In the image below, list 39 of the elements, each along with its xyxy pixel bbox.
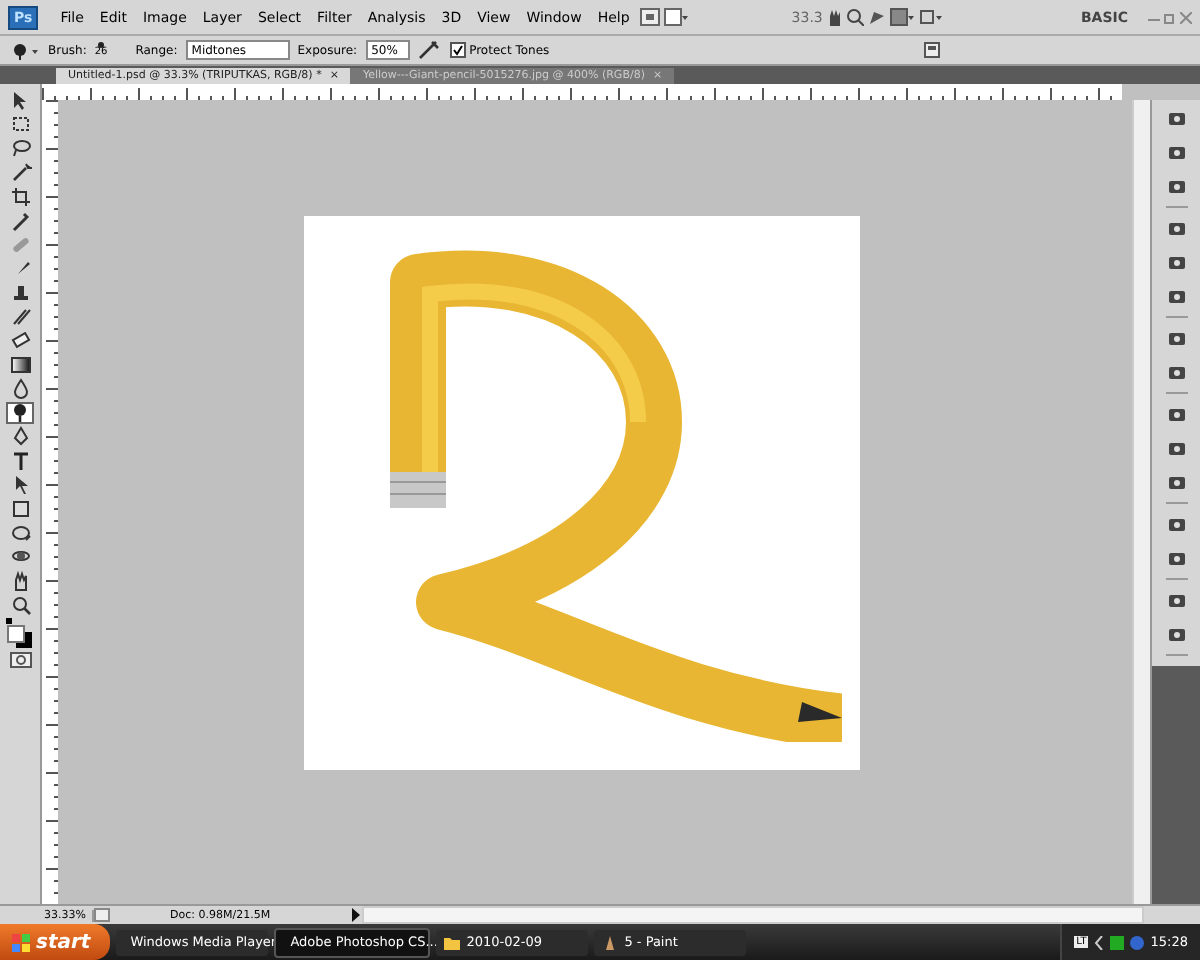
eraser-tool-icon[interactable]	[9, 330, 31, 352]
chevron-icon[interactable]	[1094, 935, 1105, 949]
checkmark-icon	[451, 44, 464, 56]
color-swatches-icon[interactable]	[6, 618, 34, 650]
gradient-tool-icon[interactable]	[9, 354, 31, 376]
stamp-tool-icon[interactable]	[9, 282, 31, 304]
screen-mode-icon[interactable]	[663, 8, 688, 26]
pen-tool-icon[interactable]	[9, 426, 31, 448]
search-icon[interactable]	[846, 8, 865, 26]
zoom-tool-icon[interactable]	[9, 594, 31, 616]
dodge-tool-icon[interactable]	[12, 41, 40, 59]
lasso-tool-icon[interactable]	[9, 138, 31, 160]
arrange-icon[interactable]	[890, 8, 915, 26]
horizontal-scrollbar[interactable]	[362, 906, 1144, 924]
program-icon	[602, 934, 619, 950]
crop-tool-icon[interactable]	[9, 186, 31, 208]
windows-flag-icon	[12, 933, 30, 951]
quick-mask-icon[interactable]	[9, 652, 31, 668]
hand-icon[interactable]	[826, 8, 843, 26]
tray-app-icon[interactable]	[1110, 935, 1125, 949]
history-tool-icon[interactable]	[9, 306, 31, 328]
tray-status-icon[interactable]	[1130, 935, 1145, 949]
bridge-icon[interactable]	[639, 8, 660, 26]
shape-tool-icon[interactable]	[9, 498, 31, 520]
screen-icon[interactable]	[918, 8, 943, 26]
move-tool-icon[interactable]	[9, 90, 31, 112]
wand-tool-icon[interactable]	[9, 162, 31, 184]
eyedropper-tool-icon[interactable]	[9, 210, 31, 232]
type-tool-icon[interactable]	[9, 450, 31, 472]
program-icon	[444, 934, 461, 950]
start-button[interactable]: start	[0, 924, 111, 960]
blur-tool-icon[interactable]	[9, 378, 31, 400]
airbrush-icon[interactable]	[417, 40, 442, 60]
hand-tool-icon[interactable]	[9, 570, 31, 592]
panel-menu-icon[interactable]	[924, 42, 940, 58]
status-icon	[94, 908, 110, 922]
rotate-tool-icon[interactable]	[9, 522, 31, 544]
marquee-tool-icon[interactable]	[9, 114, 31, 136]
vertical-scrollbar[interactable]	[1132, 100, 1150, 904]
